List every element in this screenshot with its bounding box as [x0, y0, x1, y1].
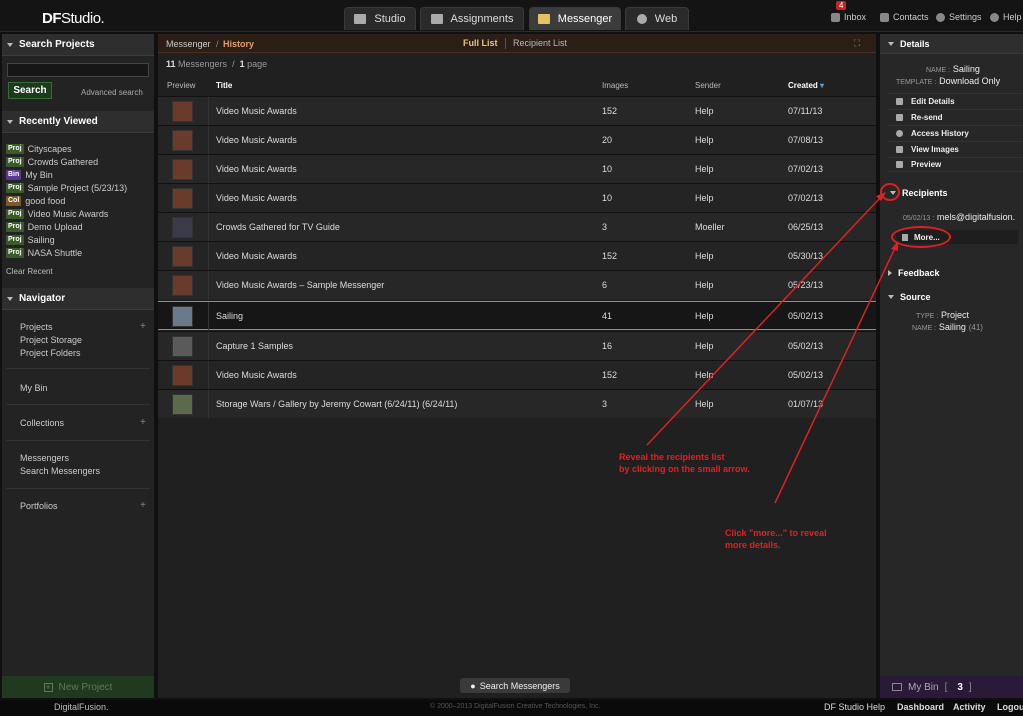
annotation-recipients-note: Reveal the recipients list by clicking on… — [619, 451, 750, 475]
note-line: Reveal the recipients list — [619, 452, 725, 462]
arrow-to-more — [774, 247, 896, 504]
more-button-highlight — [891, 226, 951, 248]
annotation-arrows — [646, 192, 898, 504]
note-line: by clicking on the small arrow. — [619, 464, 750, 474]
annotation-more-note: Click "more..." to reveal more details. — [725, 527, 827, 551]
recipients-arrow-highlight — [880, 183, 900, 201]
note-line: more details. — [725, 540, 781, 550]
arrow-to-recipients — [646, 197, 881, 446]
note-line: Click "more..." to reveal — [725, 528, 827, 538]
